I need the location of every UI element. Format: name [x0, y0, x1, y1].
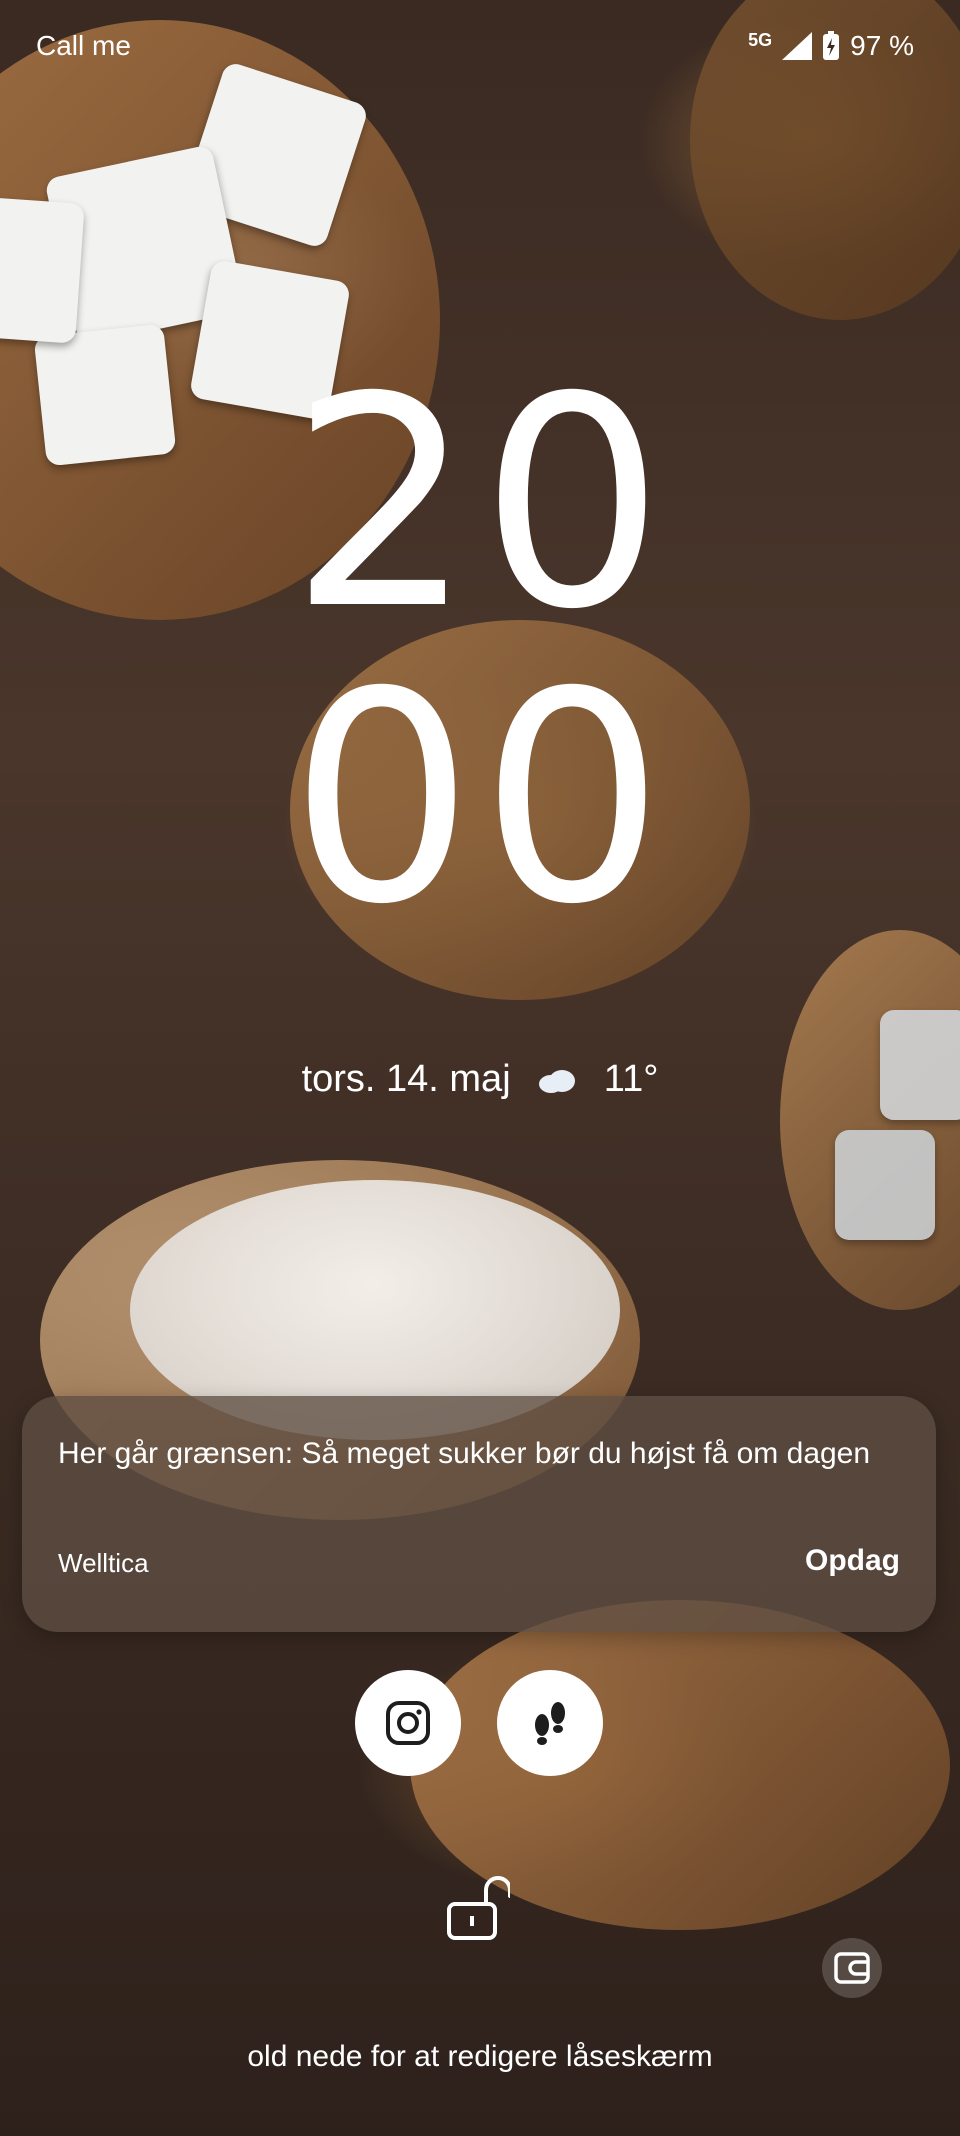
edit-lockscreen-hint: old nede for at redigere låseskærm [247, 2040, 713, 2073]
notification-source: Welltica [58, 1548, 149, 1578]
cloud-icon [539, 1069, 576, 1093]
date-weather[interactable]: tors. 14. maj 11° [0, 1058, 960, 1101]
wallet-icon [834, 1952, 870, 1984]
wallpaper-sugar-cube [0, 196, 85, 344]
battery-percent: 97 % [850, 30, 914, 61]
notification-action-button[interactable]: Opdag [805, 1544, 900, 1578]
notification-title: Her går grænsen: Så meget sukker bør du … [58, 1437, 871, 1470]
instagram-icon [386, 1701, 430, 1745]
lock-screen: Call me 5G 97 % 20 00 tors. 14. maj 11° … [0, 0, 960, 2136]
battery-charging-icon [823, 31, 840, 60]
temperature-label: 11° [603, 1058, 659, 1100]
status-icons: 5G 97 % [748, 30, 914, 62]
carrier-label: Call me [36, 30, 131, 61]
instagram-shortcut-button[interactable] [355, 1670, 461, 1776]
network-type: 5G [748, 29, 773, 50]
footsteps-icon [535, 1702, 565, 1745]
signal-icon [782, 32, 813, 60]
date-label: tors. 14. maj [301, 1058, 511, 1100]
notification-card[interactable]: Her går grænsen: Så meget sukker bør du … [22, 1396, 936, 1632]
wallet-button[interactable] [822, 1938, 882, 1998]
wallpaper-spoon [780, 930, 960, 1310]
unlock-icon[interactable] [446, 1874, 510, 1940]
wallpaper-sugar-cube [835, 1130, 935, 1240]
clock-hours: 20 [289, 336, 671, 673]
clock-minutes: 00 [289, 631, 671, 968]
steps-shortcut-button[interactable] [497, 1670, 603, 1776]
